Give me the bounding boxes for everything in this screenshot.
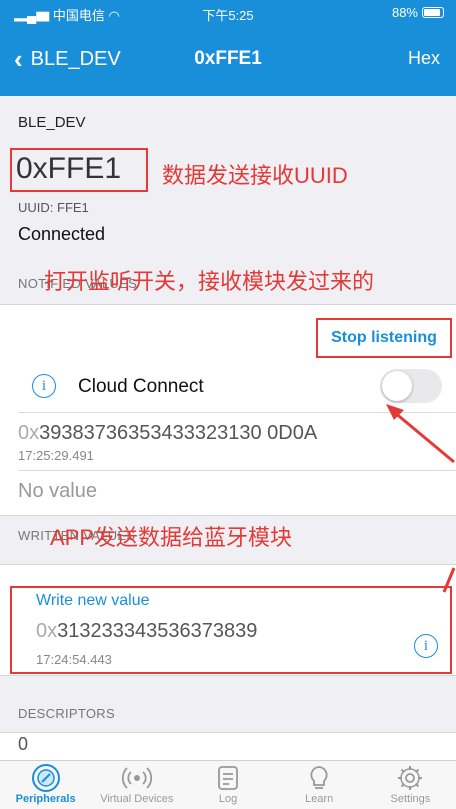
cloud-connect-toggle[interactable] xyxy=(380,369,442,403)
battery-percent: 88% xyxy=(391,5,418,20)
chevron-left-icon: ‹ xyxy=(14,44,23,74)
tab-bar: Peripherals Virtual Devices Log Learn Se… xyxy=(0,760,456,809)
tab-label: Settings xyxy=(390,793,431,805)
written-value-text: 313233343536373839 xyxy=(57,620,258,642)
status-time: 下午5:25 xyxy=(202,8,254,23)
annotation-write: APP发送数据给蓝牙模块 xyxy=(50,525,293,550)
back-button[interactable]: ‹ BLE_DEV xyxy=(14,46,121,72)
tab-label: Log xyxy=(218,793,238,805)
descriptor-value: 0 xyxy=(18,734,29,754)
log-icon xyxy=(212,763,244,793)
screen: ▂▄▆ 中国电信 ◠ 下午5:25 88% ‹ BLE_DEV 0xFFE1 H… xyxy=(0,0,456,809)
notified-value: 0x39383736353433323130 0D0A xyxy=(18,422,317,445)
battery-indicator: 88% xyxy=(392,5,444,20)
hex-prefix: 0x xyxy=(36,620,58,642)
tab-log[interactable]: Log xyxy=(182,761,273,809)
battery-icon xyxy=(422,7,444,18)
written-value: 0x313233343536373839 xyxy=(36,620,257,643)
descriptors-header: DESCRIPTORS xyxy=(18,706,115,721)
notified-timestamp: 17:25:29.491 xyxy=(18,448,94,463)
written-timestamp: 17:24:54.443 xyxy=(36,652,112,667)
page-title: 0xFFE1 xyxy=(194,48,262,69)
connection-status: Connected xyxy=(18,224,106,244)
tab-settings[interactable]: Settings xyxy=(365,761,456,809)
hex-prefix: 0x xyxy=(18,422,40,444)
no-value-label: No value xyxy=(18,480,97,502)
peripherals-icon xyxy=(30,763,62,793)
characteristic-detail: BLE_DEV 0xFFE1 数据发送接收UUID UUID: FFE1 Con… xyxy=(0,96,456,762)
toggle-knob xyxy=(382,371,412,401)
tab-learn[interactable]: Learn xyxy=(274,761,365,809)
annotation-listen: 打开监听开关，接收模块发过来的 xyxy=(44,269,375,294)
back-label: BLE_DEV xyxy=(30,47,121,70)
status-bar: ▂▄▆ 中国电信 ◠ 下午5:25 88% xyxy=(0,0,456,24)
divider xyxy=(18,412,456,413)
device-name: BLE_DEV xyxy=(18,114,86,131)
carrier-label: ▂▄▆ 中国电信 ◠ xyxy=(14,8,120,23)
broadcast-icon xyxy=(121,763,153,793)
write-new-value-button[interactable]: Write new value xyxy=(36,592,150,610)
lightbulb-icon xyxy=(303,763,335,793)
hex-toggle-button[interactable]: Hex xyxy=(408,48,440,69)
nav-bar: ‹ BLE_DEV 0xFFE1 Hex xyxy=(0,24,456,96)
tab-virtual-devices[interactable]: Virtual Devices xyxy=(91,761,182,809)
info-icon[interactable]: i xyxy=(32,374,56,398)
notified-value-text: 39383736353433323130 0D0A xyxy=(39,422,318,444)
descriptors-section xyxy=(0,732,456,762)
cloud-connect-label: Cloud Connect xyxy=(78,376,204,397)
info-icon[interactable]: i xyxy=(414,634,438,658)
tab-label: Virtual Devices xyxy=(100,793,174,805)
divider xyxy=(18,470,456,471)
uuid-label: UUID: FFE1 xyxy=(18,200,89,215)
tab-label: Peripherals xyxy=(15,793,76,805)
gear-icon xyxy=(394,763,426,793)
tab-label: Learn xyxy=(305,793,334,805)
characteristic-uuid: 0xFFE1 xyxy=(10,148,148,192)
tab-peripherals[interactable]: Peripherals xyxy=(0,761,91,809)
annotation-uuid: 数据发送接收UUID xyxy=(162,163,348,188)
stop-listening-button[interactable]: Stop listening xyxy=(316,318,452,358)
